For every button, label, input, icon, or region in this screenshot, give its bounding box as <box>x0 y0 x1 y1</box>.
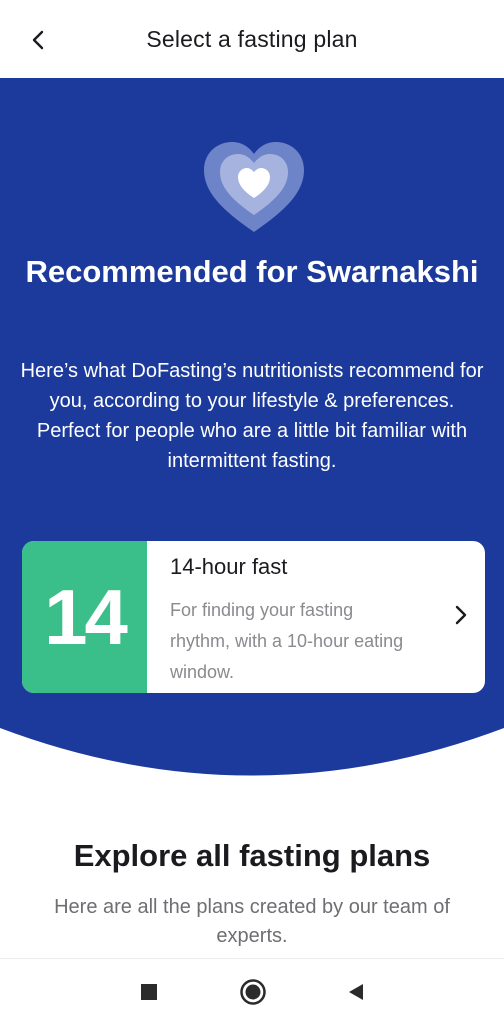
plan-hours-badge: 14 <box>22 541 147 693</box>
explore-title: Explore all fasting plans <box>73 838 431 873</box>
square-icon <box>141 984 157 1000</box>
plan-info: 14-hour fast For finding your fasting rh… <box>147 541 485 693</box>
triangle-back-icon <box>349 984 363 1000</box>
recommended-plan-card[interactable]: 14 14-hour fast For finding your fasting… <box>22 541 485 693</box>
recommendation-description: Here’s what DoFasting’s nutritionists re… <box>20 360 484 472</box>
page-title: Select a fasting plan <box>146 26 358 52</box>
system-back-button[interactable] <box>341 977 371 1007</box>
heart-icon <box>202 140 306 234</box>
recommendation-hero: Recommended for Swarnakshi Here’s what D… <box>0 78 504 778</box>
recent-apps-button[interactable] <box>134 977 164 1007</box>
chevron-right-icon <box>451 603 471 627</box>
home-button[interactable] <box>238 977 268 1007</box>
app-header: Select a fasting plan <box>0 0 504 78</box>
circle-icon <box>240 979 266 1005</box>
plan-name: 14-hour fast <box>170 554 288 579</box>
system-navigation-bar <box>0 958 504 1024</box>
plan-description: For finding your fasting rhythm, with a … <box>170 600 404 682</box>
recommendation-title: Recommended for Swarnakshi <box>25 254 479 289</box>
explore-description: Here are all the plans created by our te… <box>54 896 450 947</box>
